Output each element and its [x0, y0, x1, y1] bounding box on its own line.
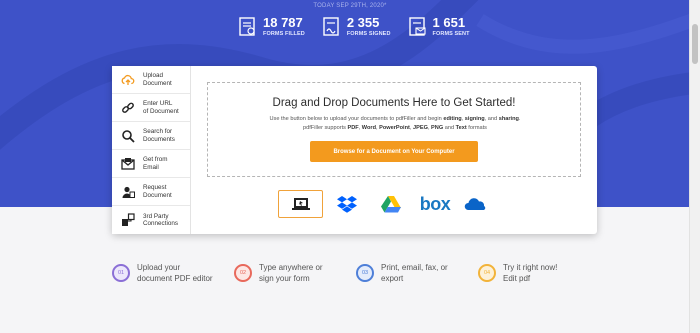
step-text: Try it right now! Edit pdf: [503, 263, 558, 283]
form-sent-icon: [408, 16, 426, 36]
search-icon: [122, 129, 135, 143]
stat-forms-signed: 2 355 FORMS SIGNED: [323, 16, 391, 37]
sidebar-item-label: Upload Document: [143, 72, 172, 87]
form-filled-icon: [239, 16, 255, 36]
sidebar-item-request-document[interactable]: Request Document: [112, 178, 190, 206]
sidebar-item-get-from-email[interactable]: Get from Email: [112, 150, 190, 178]
description-and: and: [444, 125, 455, 131]
page-scrollbar[interactable]: [689, 0, 700, 333]
cloud-upload-icon: [121, 74, 135, 85]
stat-forms-sent: 1 651 FORMS SENT: [408, 15, 470, 37]
sidebar-item-label: Request Document: [143, 184, 172, 199]
stat-label: FORMS SIGNED: [346, 31, 391, 37]
computer-icon: [291, 198, 310, 210]
date-line: TODAY SEP 29TH, 2020*: [313, 3, 387, 9]
connections-icon: [122, 213, 135, 226]
step-number-badge: 02: [234, 264, 252, 282]
step-item: 03 Print, email, fax, or export: [356, 262, 478, 284]
source-google-drive[interactable]: [371, 190, 411, 218]
sidebar-item-search-documents[interactable]: Search for Documents: [112, 122, 190, 150]
sidebar-item-enter-url[interactable]: Enter URL of Document: [112, 94, 190, 122]
source-box[interactable]: box: [411, 190, 459, 218]
description-editing: editing: [443, 116, 462, 122]
format-word: Word: [361, 125, 376, 131]
drop-zone[interactable]: Drag and Drop Documents Here to Get Star…: [207, 82, 581, 177]
sidebar-item-upload-document[interactable]: Upload Document: [112, 66, 190, 94]
upload-card: Upload Document Enter URL of Document Se…: [112, 66, 597, 234]
sidebar-item-label: 3rd Party Connections: [143, 212, 179, 228]
sidebar-item-label: Search for Documents: [143, 128, 175, 143]
stat-number: 2 355: [346, 15, 380, 30]
description-supports: pdfFiller supports: [303, 125, 346, 131]
step-text: Print, email, fax, or export: [381, 263, 448, 283]
format-powerpoint: PowerPoint: [379, 125, 410, 131]
step-item: 02 Type anywhere or sign your form: [234, 262, 356, 284]
form-signed-icon: [323, 16, 339, 36]
step-number-badge: 03: [356, 264, 374, 282]
stat-number: 18 787: [263, 15, 303, 30]
description-formats: formats: [468, 125, 487, 131]
sidebar-item-3rd-party-connections[interactable]: 3rd Party Connections: [112, 206, 190, 234]
request-document-icon: [122, 186, 135, 198]
step-number-badge: 01: [112, 264, 130, 282]
upload-sidebar: Upload Document Enter URL of Document Se…: [112, 66, 191, 234]
drop-zone-description: Use the button below to upload your docu…: [269, 116, 521, 131]
onedrive-icon: [464, 198, 486, 210]
format-pdf: PDF: [347, 125, 359, 131]
upload-sources: box: [278, 190, 493, 218]
scrollbar-thumb[interactable]: [692, 24, 698, 64]
step-item: 01 Upload your document PDF editor: [112, 262, 234, 284]
description-sharing: sharing: [498, 116, 519, 122]
browse-computer-button[interactable]: Browse for a Document on Your Computer: [310, 141, 478, 162]
sidebar-item-label: Get from Email: [143, 156, 168, 171]
link-icon: [122, 102, 134, 113]
google-drive-icon: [381, 196, 401, 213]
description-signing: signing: [464, 116, 485, 122]
stat-number: 1 651: [432, 15, 466, 30]
source-onedrive[interactable]: [459, 190, 493, 218]
source-computer[interactable]: [278, 190, 323, 218]
format-png: PNG: [431, 125, 444, 131]
stat-label: FORMS SENT: [432, 31, 470, 37]
how-it-works-steps: 01 Upload your document PDF editor 02 Ty…: [112, 262, 600, 284]
format-text: Text: [455, 125, 467, 131]
box-icon: box: [419, 193, 451, 214]
sidebar-item-label: Enter URL of Document: [143, 100, 179, 115]
step-item: 04 Try it right now! Edit pdf: [478, 262, 600, 284]
description-text: Use the button below to upload your docu…: [269, 116, 442, 122]
step-number-badge: 04: [478, 264, 496, 282]
stat-label: FORMS FILLED: [263, 31, 305, 37]
stat-forms-filled: 18 787 FORMS FILLED: [239, 16, 305, 37]
drop-zone-title: Drag and Drop Documents Here to Get Star…: [272, 97, 516, 109]
email-icon: [121, 157, 135, 170]
description-and: and: [487, 116, 498, 122]
stats-bar: 18 787 FORMS FILLED 2 355 FORMS SIGNED 1…: [239, 16, 488, 37]
format-jpeg: JPEG: [413, 125, 428, 131]
step-text: Type anywhere or sign your form: [259, 263, 323, 283]
dropbox-icon: [337, 196, 357, 213]
source-dropbox[interactable]: [323, 190, 371, 218]
step-text: Upload your document PDF editor: [137, 263, 213, 283]
